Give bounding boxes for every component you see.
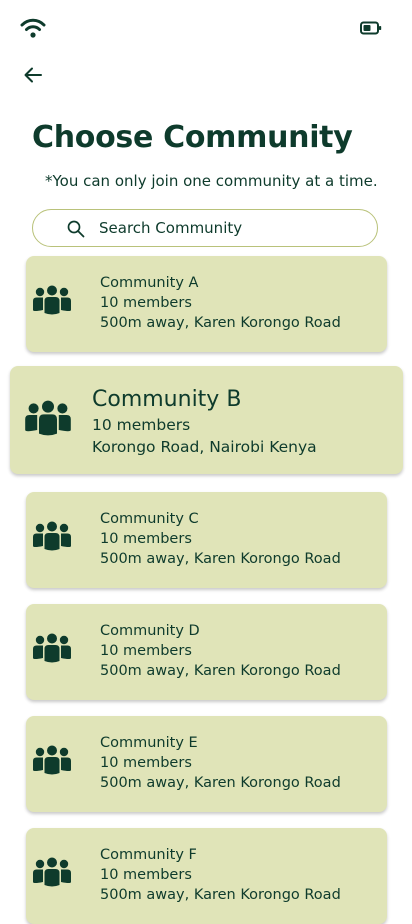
search-icon — [67, 220, 85, 238]
people-group-icon — [25, 400, 71, 436]
community-members: 10 members — [92, 416, 191, 434]
community-card-e[interactable]: Community E 10 members 500m away, Karen … — [26, 716, 387, 812]
people-group-icon — [33, 285, 71, 315]
community-location: 500m away, Karen Korongo Road — [100, 887, 341, 903]
community-card-f[interactable]: Community F 10 members 500m away, Karen … — [26, 828, 387, 924]
search-bar[interactable] — [32, 209, 378, 247]
community-name: Community C — [100, 511, 199, 527]
community-location: 500m away, Karen Korongo Road — [100, 551, 341, 567]
community-name: Community B — [92, 387, 242, 412]
page-title: Choose Community — [32, 120, 353, 155]
community-location: 500m away, Karen Korongo Road — [100, 663, 341, 679]
people-group-icon — [33, 633, 71, 663]
community-card-b[interactable]: Community B 10 members Korongo Road, Nai… — [10, 366, 403, 474]
community-name: Community A — [100, 275, 199, 291]
community-name: Community F — [100, 847, 197, 863]
community-location: 500m away, Karen Korongo Road — [100, 775, 341, 791]
community-members: 10 members — [100, 867, 192, 883]
people-group-icon — [33, 521, 71, 551]
status-bar — [0, 0, 412, 56]
community-name: Community D — [100, 623, 200, 639]
community-card-c[interactable]: Community C 10 members 500m away, Karen … — [26, 492, 387, 588]
battery-icon — [360, 21, 382, 35]
community-members: 10 members — [100, 643, 192, 659]
people-group-icon — [33, 745, 71, 775]
community-members: 10 members — [100, 531, 192, 547]
community-name: Community E — [100, 735, 198, 751]
community-location: 500m away, Karen Korongo Road — [100, 315, 341, 331]
community-members: 10 members — [100, 295, 192, 311]
community-location: Korongo Road, Nairobi Kenya — [92, 438, 317, 456]
community-card-a[interactable]: Community A 10 members 500m away, Karen … — [26, 256, 387, 352]
page-subtitle: *You can only join one community at a ti… — [45, 172, 378, 190]
community-card-d[interactable]: Community D 10 members 500m away, Karen … — [26, 604, 387, 700]
community-members: 10 members — [100, 755, 192, 771]
arrow-left-icon — [24, 67, 42, 83]
back-button[interactable] — [20, 62, 48, 90]
search-input[interactable] — [99, 210, 359, 246]
wifi-icon — [20, 18, 46, 38]
people-group-icon — [33, 857, 71, 887]
